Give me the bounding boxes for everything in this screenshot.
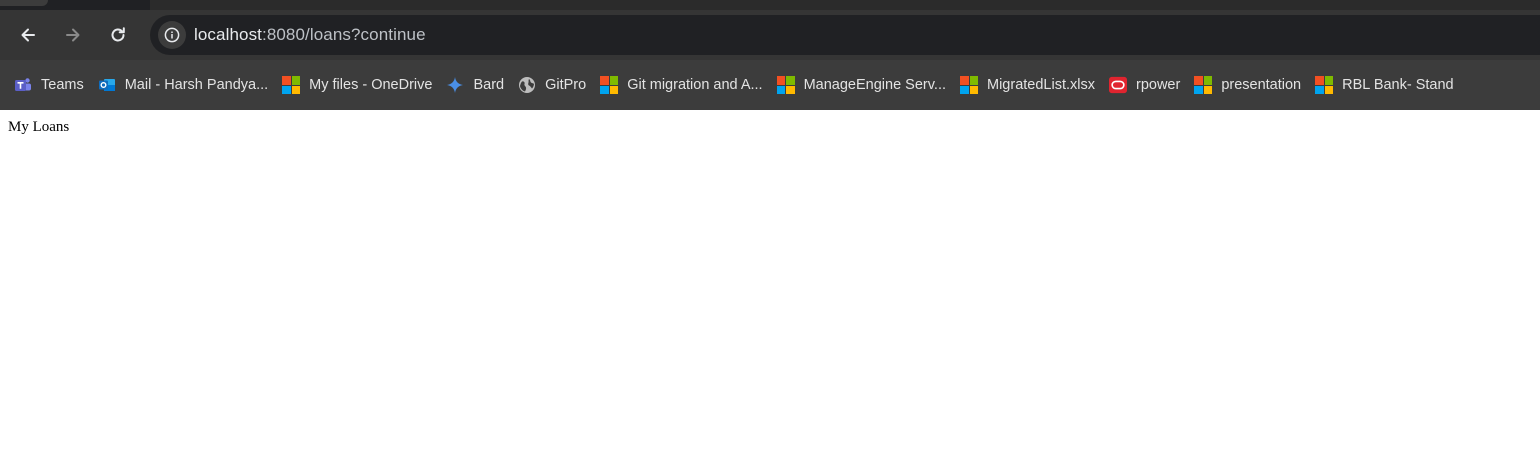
- bookmarks-bar: Teams Mail - Harsh Pandya... My files - …: [0, 60, 1540, 110]
- browser-toolbar: localhost:8080/loans?continue: [0, 10, 1540, 60]
- microsoft-icon: [960, 76, 978, 94]
- browser-chrome: localhost:8080/loans?continue Teams Mail…: [0, 0, 1540, 110]
- bookmark-migratedlist[interactable]: MigratedList.xlsx: [958, 69, 1101, 101]
- microsoft-icon: [282, 76, 301, 94]
- bookmark-rbl-bank[interactable]: RBL Bank- Stand: [1313, 69, 1460, 101]
- oracle-icon: [1108, 76, 1127, 94]
- globe-icon: [518, 76, 536, 94]
- bookmark-label: My files - OneDrive: [309, 77, 433, 93]
- back-button[interactable]: [10, 17, 46, 53]
- page-content: My Loans: [0, 110, 1540, 145]
- page-heading: My Loans: [8, 119, 70, 135]
- bookmark-label: rpower: [1135, 77, 1181, 93]
- microsoft-icon: [1315, 76, 1334, 94]
- reload-button[interactable]: [100, 17, 136, 53]
- bookmark-label: Git migration and A...: [627, 77, 763, 93]
- microsoft-icon: [1194, 76, 1213, 94]
- bookmark-label: ManageEngine Serv...: [803, 77, 946, 93]
- bookmark-label: presentation: [1221, 77, 1302, 93]
- bookmark-label: GitPro: [545, 77, 587, 93]
- teams-icon: [14, 76, 32, 94]
- bookmark-onedrive[interactable]: My files - OneDrive: [280, 69, 438, 101]
- url-path: :8080/loans?continue: [262, 25, 426, 44]
- bookmark-label: MigratedList.xlsx: [987, 77, 1095, 93]
- address-bar[interactable]: localhost:8080/loans?continue: [150, 15, 1540, 55]
- bookmark-label: Teams: [41, 77, 84, 93]
- url-host: localhost: [194, 25, 262, 44]
- microsoft-icon: [600, 76, 619, 94]
- forward-button[interactable]: [55, 17, 91, 53]
- info-icon: [164, 27, 180, 43]
- bookmark-label: Bard: [473, 77, 505, 93]
- bookmark-manageengine[interactable]: ManageEngine Serv...: [775, 69, 952, 101]
- bookmark-bard[interactable]: Bard: [444, 69, 510, 101]
- outlook-icon: [98, 76, 116, 94]
- back-arrow-icon: [21, 28, 35, 42]
- site-info-button[interactable]: [158, 21, 186, 49]
- microsoft-icon: [776, 76, 795, 94]
- bookmark-presentation[interactable]: presentation: [1192, 69, 1307, 101]
- bookmark-mail[interactable]: Mail - Harsh Pandya...: [96, 69, 274, 101]
- bookmark-teams[interactable]: Teams: [12, 69, 90, 101]
- tab-strip: [0, 0, 1540, 10]
- bookmark-label: Mail - Harsh Pandya...: [124, 77, 269, 93]
- bookmark-rpower[interactable]: rpower: [1107, 69, 1186, 101]
- reload-icon: [111, 27, 125, 42]
- tab-strip-area: [150, 0, 1540, 10]
- bookmark-label: RBL Bank- Stand: [1342, 77, 1454, 93]
- tab-edge: [0, 0, 48, 6]
- bookmark-git-migration[interactable]: Git migration and A...: [598, 69, 768, 101]
- bard-sparkle-icon: [446, 76, 464, 94]
- bookmark-gitpro[interactable]: GitPro: [516, 69, 592, 101]
- forward-arrow-icon: [66, 28, 80, 42]
- url-text[interactable]: localhost:8080/loans?continue: [194, 25, 426, 45]
